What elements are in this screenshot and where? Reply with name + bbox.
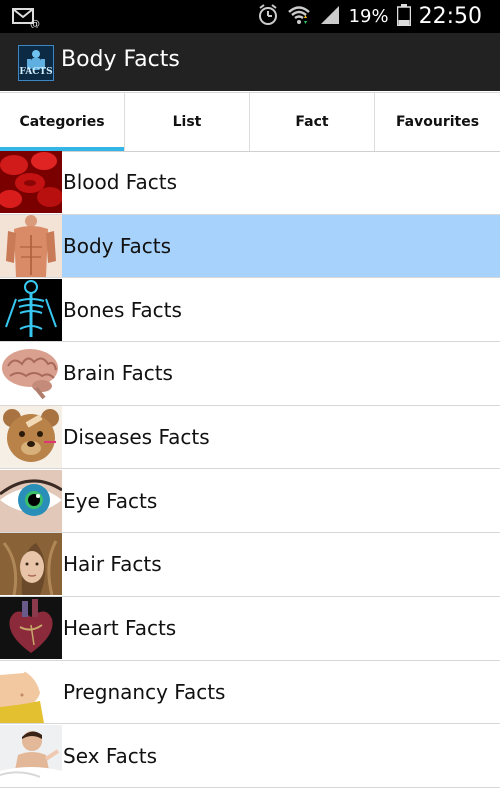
heart-thumbnail	[0, 597, 62, 660]
teddy-bear-thumbnail	[0, 406, 62, 469]
mail-notification-icon: @	[12, 6, 40, 32]
tab-list-label: List	[172, 114, 202, 130]
list-item-label: Brain Facts	[63, 361, 173, 386]
app-logo-text: FACTS	[19, 67, 53, 77]
eye-thumbnail	[0, 469, 62, 532]
list-item-label: Pregnancy Facts	[63, 679, 226, 704]
list-item-label: Sex Facts	[63, 743, 158, 768]
pregnancy-thumbnail	[0, 660, 62, 723]
signal-icon	[319, 4, 341, 30]
battery-percent: 19%	[348, 6, 389, 27]
list-item-label: Heart Facts	[63, 616, 177, 641]
tab-fact-label: Fact	[295, 114, 329, 130]
action-bar: FACTS Body Facts	[0, 33, 500, 91]
list-item-pregnancy[interactable]: Pregnancy Facts	[0, 660, 500, 725]
svg-text:@: @	[30, 19, 40, 28]
clock: 22:50	[418, 4, 482, 29]
list-item-body[interactable]: Body Facts	[0, 214, 500, 279]
list-item-bones[interactable]: Bones Facts	[0, 278, 500, 343]
alarm-icon	[257, 3, 279, 30]
app-logo-icon[interactable]: FACTS	[18, 45, 54, 81]
hair-thumbnail	[0, 533, 62, 596]
list-item-sex[interactable]: Sex Facts	[0, 724, 500, 788]
list-item-brain[interactable]: Brain Facts	[0, 342, 500, 406]
category-list: Blood Facts Body Facts Bones Facts Brain…	[0, 151, 500, 788]
torso-thumbnail	[0, 215, 62, 278]
blood-cells-thumbnail	[0, 151, 62, 214]
list-item-label: Hair Facts	[63, 552, 162, 577]
tab-fact[interactable]: Fact	[250, 93, 375, 151]
list-item-hair[interactable]: Hair Facts	[0, 533, 500, 597]
tab-categories[interactable]: Categories	[0, 93, 125, 151]
tab-categories-label: Categories	[19, 114, 105, 130]
couple-thumbnail	[0, 724, 62, 787]
list-item-blood[interactable]: Blood Facts	[0, 151, 500, 215]
battery-icon	[396, 3, 411, 30]
tab-bar: Categories List Fact Favourites	[0, 92, 500, 152]
wifi-icon	[287, 4, 311, 30]
list-item-label: Eye Facts	[63, 488, 158, 513]
brain-thumbnail	[0, 342, 62, 405]
list-item-label: Diseases Facts	[63, 425, 210, 450]
list-item-label: Blood Facts	[63, 170, 177, 195]
list-item-eye[interactable]: Eye Facts	[0, 469, 500, 534]
tab-list[interactable]: List	[125, 93, 250, 151]
status-bar: @ 19% 22:50	[0, 0, 500, 33]
tab-favourites-label: Favourites	[395, 114, 480, 130]
list-item-label: Body Facts	[63, 234, 172, 259]
list-item-label: Bones Facts	[63, 297, 182, 322]
list-item-heart[interactable]: Heart Facts	[0, 597, 500, 661]
app-title: Body Facts	[61, 47, 180, 72]
skeleton-thumbnail	[0, 278, 62, 341]
tab-favourites[interactable]: Favourites	[375, 93, 500, 151]
list-item-diseases[interactable]: Diseases Facts	[0, 406, 500, 470]
